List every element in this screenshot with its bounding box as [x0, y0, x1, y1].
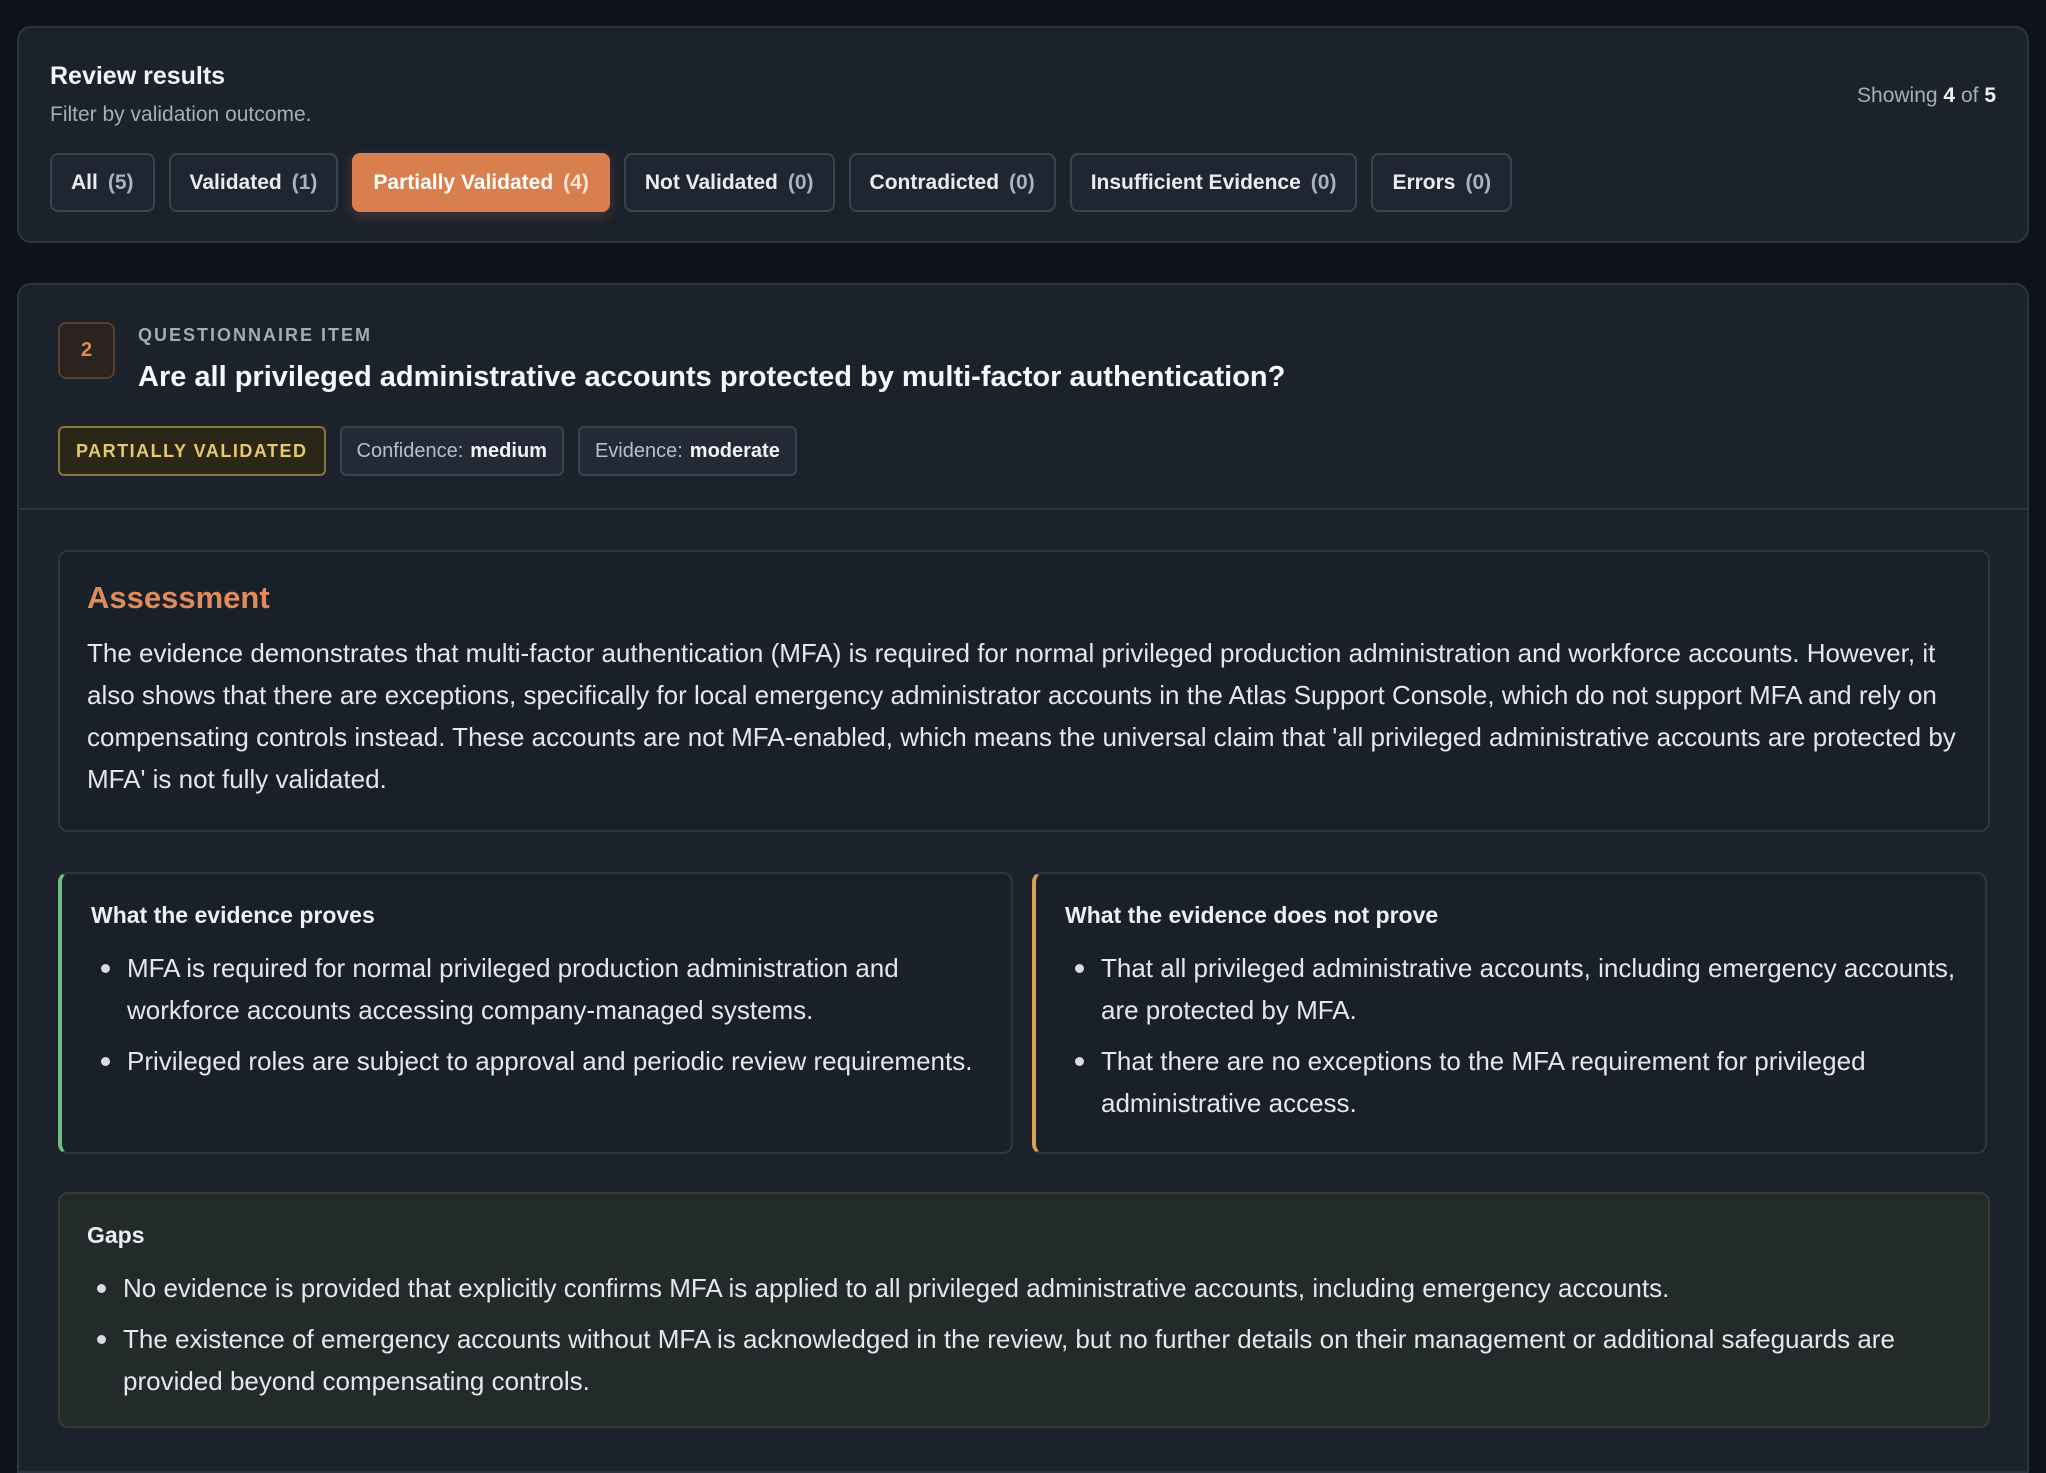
- chip-count: (0): [1465, 170, 1492, 194]
- item-header: 2 QUESTIONNAIRE ITEM Are all privileged …: [19, 285, 2027, 510]
- chip-count: (5): [107, 170, 134, 194]
- filter-chip-not-validated[interactable]: Not Validated (0): [623, 153, 835, 212]
- chip-label: Validated: [189, 170, 282, 194]
- chip-label: Errors: [1392, 170, 1456, 194]
- chip-label: Not Validated: [644, 170, 778, 194]
- chip-count: (1): [291, 170, 318, 194]
- filter-chip-insufficient-evidence[interactable]: Insufficient Evidence (0): [1069, 153, 1358, 212]
- list-item: MFA is required for normal privileged pr…: [91, 947, 982, 1031]
- assessment-section: Assessment The evidence demonstrates tha…: [58, 550, 1990, 832]
- item-tags: PARTIALLY VALIDATED Confidence: medium E…: [58, 426, 797, 476]
- assessment-body: The evidence demonstrates that multi-fac…: [87, 638, 1956, 794]
- list-item: That there are no exceptions to the MFA …: [1065, 1040, 1956, 1124]
- chip-count: (0): [1009, 170, 1035, 194]
- list-item: That all privileged administrative accou…: [1065, 947, 1956, 1031]
- evidence-tag: Evidence: moderate: [577, 426, 797, 476]
- chip-label: Contradicted: [869, 170, 1000, 194]
- filter-chip-validated[interactable]: Validated (1): [168, 153, 339, 212]
- filter-title: Review results: [50, 62, 226, 90]
- filter-subtitle: Filter by validation outcome.: [50, 103, 312, 126]
- showing-total: 5: [1984, 84, 1996, 107]
- item-number-badge: 2: [58, 322, 115, 379]
- evidence-label: Evidence:: [594, 439, 683, 462]
- item-question: Are all privileged administrative accoun…: [138, 361, 1286, 393]
- filter-chips: All (5) Validated (1) Partially Validate…: [50, 153, 1513, 212]
- evidence-value: moderate: [689, 439, 780, 462]
- confidence-tag: Confidence: medium: [339, 426, 564, 476]
- list-item: No evidence is provided that explicitly …: [87, 1267, 1961, 1309]
- gaps-heading: Gaps: [87, 1222, 145, 1248]
- filter-panel: Review results Filter by validation outc…: [17, 26, 2029, 243]
- list-item: Privileged roles are subject to approval…: [91, 1040, 982, 1082]
- chip-label: All: [71, 170, 98, 194]
- showing-shown: 4: [1943, 84, 1956, 107]
- chip-label: Partially Validated: [373, 170, 554, 194]
- chip-count: (0): [787, 170, 814, 194]
- gaps-list: No evidence is provided that explicitly …: [87, 1267, 1961, 1402]
- filter-chip-all[interactable]: All (5): [50, 153, 155, 212]
- proves-list: MFA is required for normal privileged pr…: [91, 947, 982, 1082]
- not-proves-heading: What the evidence does not prove: [1065, 902, 1439, 928]
- chip-label: Insufficient Evidence: [1090, 170, 1301, 194]
- confidence-value: medium: [470, 439, 547, 462]
- confidence-label: Confidence:: [356, 439, 464, 462]
- evidence-proves-section: What the evidence proves MFA is required…: [58, 872, 1013, 1154]
- filter-chip-errors[interactable]: Errors (0): [1371, 153, 1513, 212]
- list-item: The existence of emergency accounts with…: [87, 1318, 1961, 1402]
- proves-heading: What the evidence proves: [91, 902, 375, 928]
- chip-count: (4): [563, 170, 589, 194]
- evidence-not-proves-section: What the evidence does not prove That al…: [1032, 872, 1987, 1154]
- showing-prefix: Showing: [1857, 84, 1938, 107]
- item-label: QUESTIONNAIRE ITEM: [138, 325, 373, 345]
- showing-count: Showing 4 of 5: [1857, 84, 1996, 108]
- filter-chip-partially-validated[interactable]: Partially Validated (4): [352, 153, 610, 212]
- status-badge: PARTIALLY VALIDATED: [58, 426, 326, 476]
- filter-chip-contradicted[interactable]: Contradicted (0): [848, 153, 1056, 212]
- chip-count: (0): [1310, 170, 1337, 194]
- gaps-section: Gaps No evidence is provided that explic…: [58, 1192, 1990, 1428]
- questionnaire-item-card: 2 QUESTIONNAIRE ITEM Are all privileged …: [17, 283, 2029, 1473]
- showing-of: of: [1960, 84, 1979, 107]
- not-proves-list: That all privileged administrative accou…: [1065, 947, 1956, 1124]
- assessment-heading: Assessment: [87, 580, 270, 615]
